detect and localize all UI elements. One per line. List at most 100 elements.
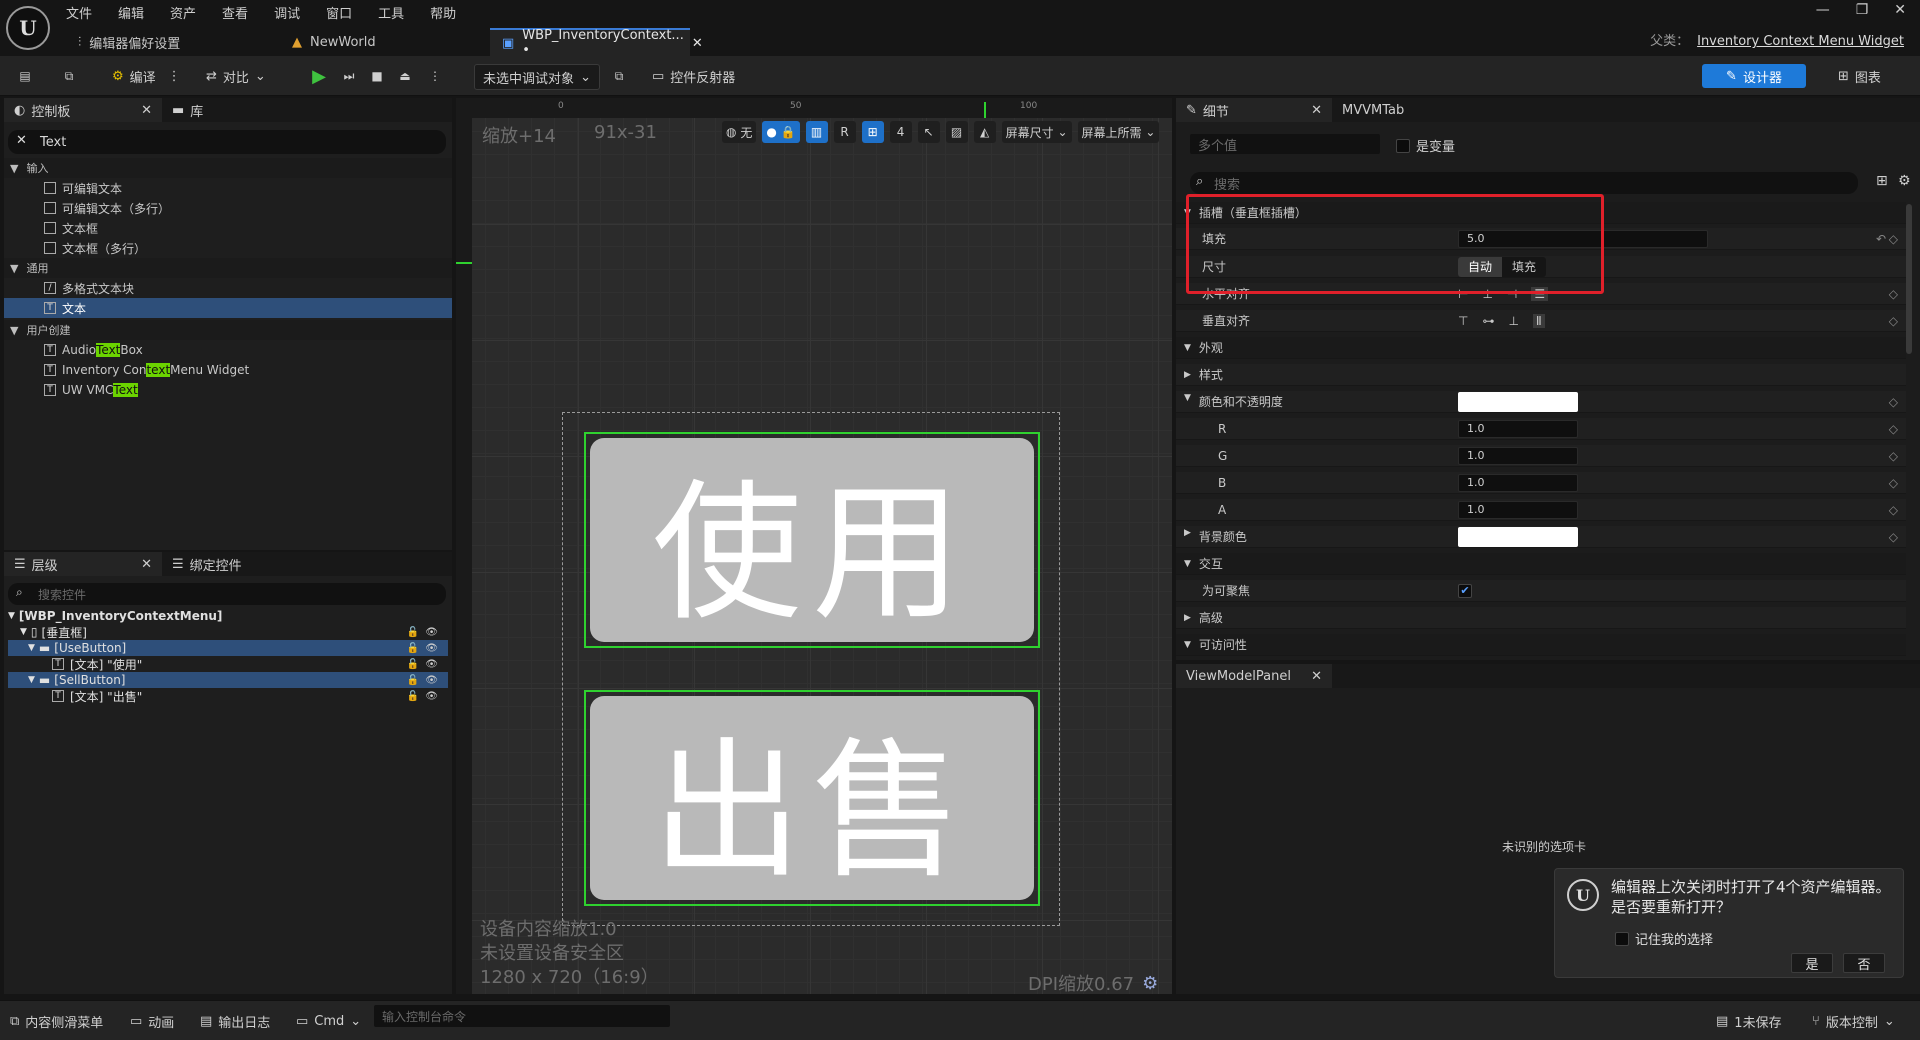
step-icon[interactable]: ⏭ (338, 65, 360, 87)
align-top-icon[interactable]: ⊤ (1458, 314, 1468, 328)
hierarchy-use-button[interactable]: ▼ ▬ [UseButton] 🔓👁 (8, 640, 448, 656)
lock-visibility-icons[interactable]: 🔓👁 (407, 691, 444, 702)
more-options-icon[interactable]: ⋮ (168, 69, 181, 84)
section-interaction[interactable]: ▼ 交互 (1176, 553, 1906, 575)
unreal-logo-icon[interactable]: U (6, 6, 50, 50)
category-common[interactable]: ▼ 通用 (4, 258, 452, 278)
grid-size[interactable]: 4 (889, 121, 912, 143)
no-button[interactable]: 否 (1843, 953, 1885, 973)
palette-item[interactable]: 可编辑文本 (4, 178, 452, 198)
widget-reflector-button[interactable]: ▭ 控件反射器 (652, 64, 735, 88)
fill-screen-dropdown[interactable]: 屏幕上所需 ⌄ (1077, 121, 1160, 143)
table-view-icon[interactable]: ⊞ (1876, 173, 1888, 189)
debug-target-select[interactable]: 未选中调试对象 ⌄ (474, 64, 600, 90)
gear-icon[interactable]: ⚙ (1142, 973, 1158, 994)
hierarchy-root[interactable]: ▼ [WBP_InventoryContextMenu] (8, 608, 448, 624)
menu-help[interactable]: 帮助 (430, 3, 468, 22)
palette-item[interactable]: T Inventory Con text Menu Widget (4, 360, 452, 380)
settings-gear-icon[interactable]: ⚙ (1898, 173, 1911, 189)
designer-mode-button[interactable]: ✎ 设计器 (1702, 64, 1806, 88)
graph-mode-button[interactable]: ⊞ 图表 (1838, 64, 1881, 88)
keyframe-diamond-icon[interactable]: ◇ (1889, 422, 1898, 436)
eject-icon[interactable]: ⏏ (394, 65, 416, 87)
more-play-options-icon[interactable]: ⋮ (424, 65, 446, 87)
image-icon[interactable]: ▨ (945, 121, 968, 143)
parent-class-link[interactable]: Inventory Context Menu Widget (1697, 34, 1904, 49)
lock-visibility-icons[interactable]: 🔓👁 (407, 675, 444, 686)
section-advanced[interactable]: ▶ 高级 (1176, 607, 1906, 629)
details-search-input[interactable]: ⌕ 搜索 (1190, 172, 1858, 194)
close-icon[interactable]: ✕ (1311, 669, 1322, 684)
mirror-icon[interactable]: ◭ (973, 121, 996, 143)
remember-choice-checkbox[interactable]: 记住我的选择 (1615, 929, 1713, 948)
respect-locks-toggle[interactable]: R (833, 121, 856, 143)
b-input[interactable]: 1.0 (1458, 473, 1578, 492)
details-scrollbar[interactable] (1906, 204, 1912, 354)
compile-button[interactable]: ⚙ 编译 ⋮ (112, 64, 181, 88)
reset-icon[interactable]: ↶ (1876, 232, 1886, 246)
stop-icon[interactable]: ■ (366, 65, 388, 87)
hierarchy-vertical-box[interactable]: ▼ ▯ [垂直框] 🔓👁 (8, 624, 448, 640)
hierarchy-sell-button[interactable]: ▼ ▬ [SellButton] 🔓👁 (8, 672, 448, 688)
section-accessibility[interactable]: ▼ 可访问性 (1176, 634, 1906, 656)
palette-item[interactable]: 可编辑文本（多行） (4, 198, 452, 218)
palette-item[interactable]: / 多格式文本块 (4, 278, 452, 298)
palette-item-selected[interactable]: T 文本 (4, 298, 452, 318)
cursor-icon[interactable]: ↖ (917, 121, 940, 143)
tab-palette[interactable]: ◐ 控制板 ✕ (4, 98, 162, 122)
close-icon[interactable]: ✕ (1311, 103, 1322, 118)
menu-view[interactable]: 查看 (222, 3, 260, 22)
tab-editor-preferences[interactable]: ⫶ 编辑器偏好设置 (66, 28, 266, 56)
palette-item[interactable]: T UW VMC Text (4, 380, 452, 400)
tab-newworld[interactable]: ▲ NewWorld (280, 28, 480, 56)
r-input[interactable]: 1.0 (1458, 419, 1578, 438)
menu-tools[interactable]: 工具 (378, 3, 416, 22)
palette-item[interactable]: 文本框（多行） (4, 238, 452, 258)
restore-icon[interactable]: ❐ (1856, 2, 1869, 18)
keyframe-diamond-icon[interactable]: ◇ (1889, 449, 1898, 463)
lock-visibility-icons[interactable]: 🔓👁 (407, 643, 444, 654)
close-icon[interactable]: ✕ (141, 103, 152, 118)
grid-snap-toggle[interactable]: ⊞ (861, 121, 884, 143)
bg-color-swatch[interactable] (1458, 526, 1578, 547)
debug-browse-icon[interactable]: ⧉ (608, 65, 630, 87)
menu-debug[interactable]: 调试 (274, 3, 312, 22)
tab-mvvm[interactable]: MVVMTab (1332, 98, 1414, 122)
keyframe-diamond-icon[interactable]: ◇ (1889, 476, 1898, 490)
preview-use-button[interactable]: 使用 (584, 432, 1040, 648)
localization-preview-button[interactable]: ◍ 无 (722, 121, 757, 143)
diff-button[interactable]: ⇄ 对比 ⌄ (206, 64, 266, 88)
close-window-icon[interactable]: ✕ (1894, 2, 1906, 18)
a-input[interactable]: 1.0 (1458, 500, 1578, 519)
keyframe-diamond-icon[interactable]: ◇ (1889, 232, 1898, 246)
lock-visibility-icons[interactable]: 🔓👁 (407, 627, 444, 638)
animation-button[interactable]: ▭ 动画 (130, 1011, 174, 1031)
layout-toggle[interactable]: ▥ (805, 121, 828, 143)
close-icon[interactable]: ✕ (692, 36, 703, 51)
align-bottom-icon[interactable]: ⊥ (1508, 314, 1518, 328)
minimize-icon[interactable]: — (1816, 2, 1830, 18)
browse-icon[interactable]: ⧉ (58, 65, 80, 87)
palette-search-input[interactable]: ✕ Text (8, 130, 446, 154)
content-drawer-button[interactable]: ⧉ 内容侧滑菜单 (10, 1011, 103, 1031)
hierarchy-search-input[interactable]: ⌕ 搜索控件 (8, 583, 446, 605)
source-control-button[interactable]: ⑂ 版本控制 ⌄ (1812, 1011, 1895, 1031)
color-swatch[interactable] (1458, 391, 1578, 412)
menu-edit[interactable]: 编辑 (118, 3, 156, 22)
preview-sell-button[interactable]: 出售 (584, 690, 1040, 906)
lock-toggle[interactable]: ● 🔒 (762, 121, 800, 143)
keyframe-diamond-icon[interactable]: ◇ (1889, 530, 1898, 544)
hierarchy-sell-text[interactable]: T [文本] "出售" 🔓👁 (8, 688, 448, 704)
play-icon[interactable]: ▶ (308, 65, 330, 87)
align-fill-v-icon[interactable]: Ⅱ (1532, 313, 1545, 328)
palette-item[interactable]: 文本框 (4, 218, 452, 238)
keyframe-diamond-icon[interactable]: ◇ (1889, 503, 1898, 517)
cmd-dropdown[interactable]: ▭ Cmd ⌄ (296, 1011, 361, 1031)
screen-size-dropdown[interactable]: 屏幕尺寸 ⌄ (1001, 121, 1072, 143)
category-user-created[interactable]: ▼ 用户创建 (4, 320, 452, 340)
category-input[interactable]: ▼ 输入 (4, 158, 452, 178)
close-icon[interactable]: ✕ (141, 557, 152, 572)
palette-item[interactable]: T Audio Text Box (4, 340, 452, 360)
unsaved-button[interactable]: ▤ 1未保存 (1716, 1011, 1782, 1031)
keyframe-diamond-icon[interactable]: ◇ (1889, 395, 1898, 409)
